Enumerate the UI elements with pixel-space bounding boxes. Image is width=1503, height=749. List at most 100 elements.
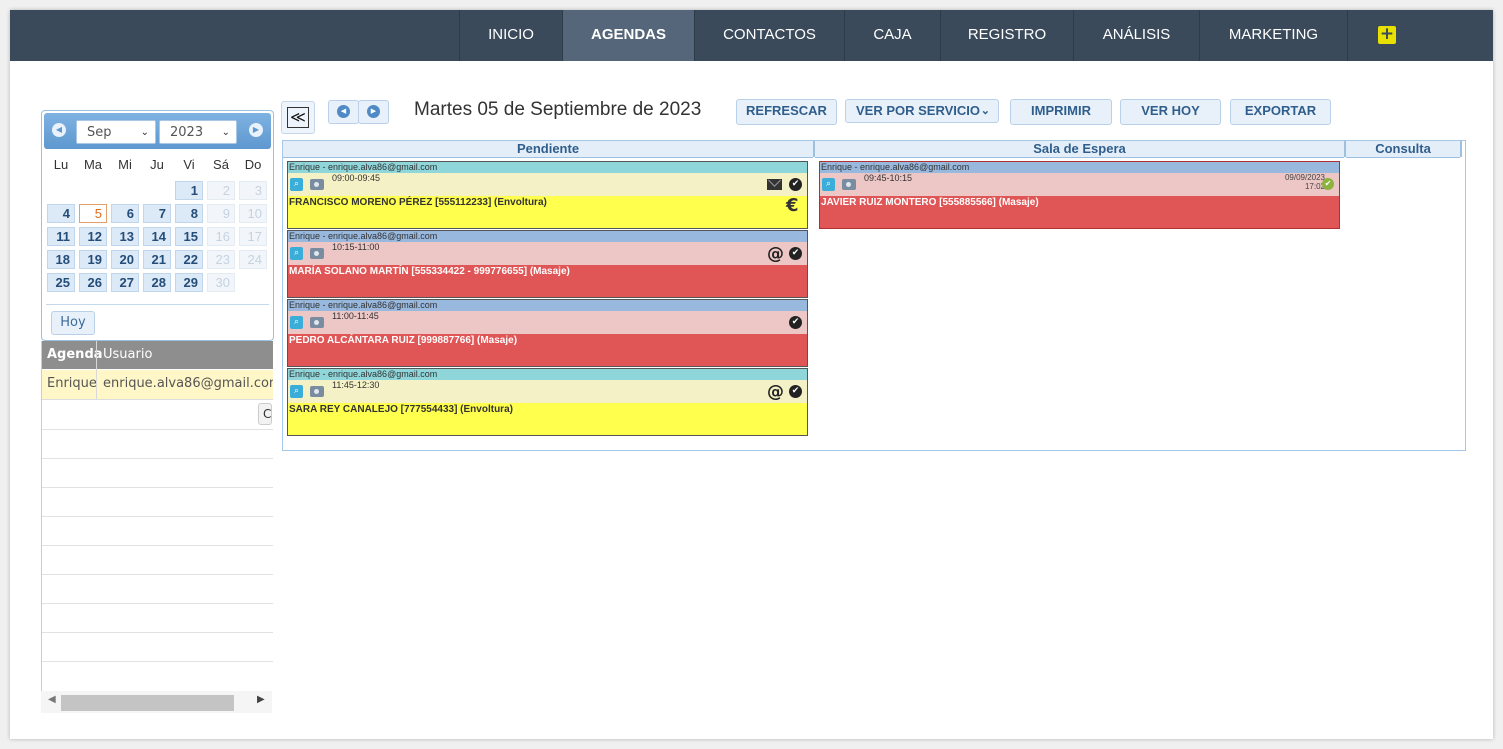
calendar-day[interactable]: 9	[207, 204, 235, 223]
euro-icon[interactable]: €	[786, 195, 799, 216]
appointment-client: JAVIER RUIZ MONTERO [555885566] (Masaje)	[821, 197, 1039, 208]
cut-button[interactable]: C	[258, 403, 272, 425]
nav-agendas[interactable]: AGENDAS	[562, 10, 694, 61]
search-icon[interactable]: ⌕	[290, 178, 303, 191]
calendar-day[interactable]: 11	[47, 227, 75, 246]
calendar-day-today[interactable]: 5	[79, 204, 107, 223]
calendar-day[interactable]: 6	[111, 204, 139, 223]
appointment-owner: Enrique - enrique.alva86@gmail.com	[288, 369, 807, 380]
column-header-sala-espera: Sala de Espera	[815, 141, 1344, 158]
at-icon[interactable]: @	[767, 246, 784, 263]
search-icon[interactable]: ⌕	[290, 385, 303, 398]
scroll-thumb[interactable]	[61, 695, 234, 711]
appointment-info: ⌕ 11:45-12:30 @ ✔	[288, 380, 807, 403]
view-by-service-dropdown[interactable]: VER POR SERVICIO ⌄	[845, 99, 999, 123]
row-divider	[42, 632, 273, 633]
collapse-sidebar-button[interactable]: ≪	[281, 101, 315, 134]
calendar-day[interactable]: 3	[239, 181, 267, 200]
add-plus-icon[interactable]: +	[1378, 26, 1396, 44]
check-icon[interactable]: ✔	[789, 178, 802, 191]
calendar-day[interactable]: 28	[143, 273, 171, 292]
calendar-day[interactable]: 30	[207, 273, 235, 292]
today-button[interactable]: Hoy	[51, 311, 95, 335]
prev-month-icon[interactable]: ◀	[52, 123, 66, 137]
camera-icon[interactable]	[310, 317, 324, 328]
confirmed-check-icon[interactable]: ✔	[1322, 178, 1334, 190]
top-navbar: INICIO AGENDAS CONTACTOS CAJA REGISTRO A…	[10, 10, 1493, 61]
next-day-button[interactable]: ▶	[358, 100, 389, 124]
calendar-day[interactable]: 12	[79, 227, 107, 246]
calendar-day[interactable]: 17	[239, 227, 267, 246]
calendar-day[interactable]: 16	[207, 227, 235, 246]
appointment-client: MARÍA SOLANO MARTÍN [555334422 - 9997766…	[289, 266, 570, 277]
check-icon[interactable]: ✔	[789, 316, 802, 329]
camera-icon[interactable]	[310, 386, 324, 397]
camera-icon[interactable]	[842, 179, 856, 190]
col-agenda-header[interactable]: Agenda	[47, 347, 103, 362]
check-icon[interactable]: ✔	[789, 385, 802, 398]
calendar-day[interactable]: 29	[175, 273, 203, 292]
next-month-icon[interactable]: ▶	[249, 123, 263, 137]
refresh-button[interactable]: REFRESCAR	[736, 99, 837, 125]
calendar-day[interactable]: 26	[79, 273, 107, 292]
appointment-card[interactable]: Enrique - enrique.alva86@gmail.com ⌕ 11:…	[287, 368, 808, 436]
search-icon[interactable]: ⌕	[290, 247, 303, 260]
calendar-day[interactable]: 2	[207, 181, 235, 200]
calendar-day[interactable]: 18	[47, 250, 75, 269]
calendar-day[interactable]: 19	[79, 250, 107, 269]
year-select[interactable]: 2023 ⌄	[159, 120, 237, 144]
nav-inicio[interactable]: INICIO	[459, 10, 562, 61]
appointment-card[interactable]: Enrique - enrique.alva86@gmail.com ⌕ 11:…	[287, 299, 808, 367]
calendar-day[interactable]: 22	[175, 250, 203, 269]
col-usuario-header[interactable]: Usuario	[103, 347, 152, 362]
at-icon[interactable]: @	[767, 384, 784, 401]
nav-plus-cell	[1347, 10, 1493, 61]
check-icon[interactable]: ✔	[789, 247, 802, 260]
horizontal-scrollbar[interactable]: ◀ ▶	[41, 691, 272, 713]
search-icon[interactable]: ⌕	[822, 178, 835, 191]
column-header-consulta: Consulta	[1346, 141, 1460, 158]
calendar-day[interactable]: 23	[207, 250, 235, 269]
appointment-info: ⌕ 09:45-10:15 09/09/2023 17:02 ✔	[820, 173, 1339, 196]
appointment-card[interactable]: Enrique - enrique.alva86@gmail.com ⌕ 09:…	[819, 161, 1340, 229]
calendar-day[interactable]: 4	[47, 204, 75, 223]
scroll-right-icon[interactable]: ▶	[257, 694, 265, 705]
calendar-day[interactable]: 7	[143, 204, 171, 223]
mail-icon[interactable]	[767, 179, 782, 190]
camera-icon[interactable]	[310, 248, 324, 259]
calendar-day[interactable]: 20	[111, 250, 139, 269]
calendar-day[interactable]: 1	[175, 181, 203, 200]
camera-icon[interactable]	[310, 179, 324, 190]
calendar-day[interactable]: 27	[111, 273, 139, 292]
appointment-body: PEDRO ALCÁNTARA RUIZ [999887766] (Masaje…	[288, 334, 807, 366]
search-icon[interactable]: ⌕	[290, 316, 303, 329]
appointment-body: SARA REY CANALEJO [777554433] (Envoltura…	[288, 403, 807, 435]
scroll-left-icon[interactable]: ◀	[48, 694, 56, 705]
appointment-card[interactable]: Enrique - enrique.alva86@gmail.com ⌕ 10:…	[287, 230, 808, 298]
nav-marketing[interactable]: MARKETING	[1199, 10, 1347, 61]
prev-day-button[interactable]: ◀	[328, 100, 359, 124]
calendar-day[interactable]: 24	[239, 250, 267, 269]
nav-caja[interactable]: CAJA	[844, 10, 940, 61]
calendar-day[interactable]: 21	[143, 250, 171, 269]
calendar-day[interactable]: 14	[143, 227, 171, 246]
appointment-info: ⌕ 10:15-11:00 @ ✔	[288, 242, 807, 265]
calendar-day[interactable]: 25	[47, 273, 75, 292]
export-button[interactable]: EXPORTAR	[1230, 99, 1331, 125]
chevron-down-icon: ⌄	[140, 127, 149, 138]
appointment-body: JAVIER RUIZ MONTERO [555885566] (Masaje)	[820, 196, 1339, 228]
calendar-day[interactable]: 15	[175, 227, 203, 246]
month-select[interactable]: Sep ⌄	[76, 120, 156, 144]
calendar-day[interactable]: 13	[111, 227, 139, 246]
nav-contactos[interactable]: CONTACTOS	[694, 10, 844, 61]
appointment-card[interactable]: Enrique - enrique.alva86@gmail.com ⌕ 09:…	[287, 161, 808, 229]
nav-registro[interactable]: REGISTRO	[940, 10, 1073, 61]
row-divider	[42, 661, 273, 662]
view-today-button[interactable]: VER HOY	[1120, 99, 1221, 125]
calendar-day[interactable]: 10	[239, 204, 267, 223]
print-button[interactable]: IMPRIMIR	[1010, 99, 1112, 125]
table-row[interactable]: Enrique enrique.alva86@gmail.com	[42, 370, 273, 400]
weekday-label: Ju	[150, 157, 164, 172]
nav-analisis[interactable]: ANÁLISIS	[1073, 10, 1199, 61]
calendar-day[interactable]: 8	[175, 204, 203, 223]
